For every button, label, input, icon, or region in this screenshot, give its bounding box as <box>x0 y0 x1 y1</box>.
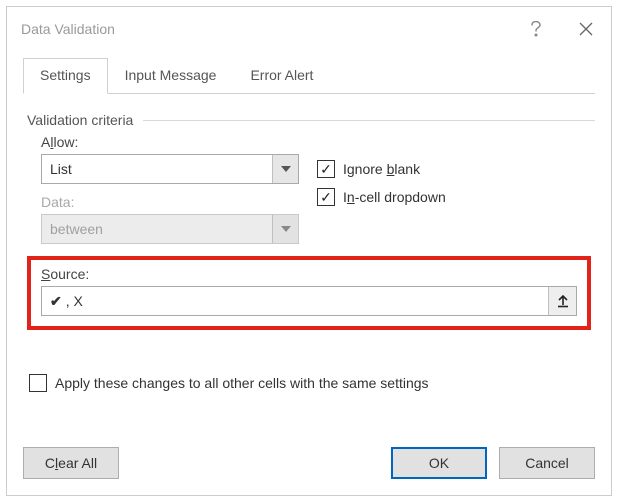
in-cell-dropdown-checkbox[interactable]: In-cell dropdown <box>317 188 446 206</box>
validation-criteria-heading: Validation criteria <box>27 112 595 128</box>
ignore-blank-label: Ignore blank <box>343 161 420 177</box>
apply-to-others-checkbox[interactable]: Apply these changes to all other cells w… <box>29 374 589 392</box>
tab-input-message[interactable]: Input Message <box>108 58 234 94</box>
ok-button[interactable]: OK <box>391 447 487 479</box>
tab-settings[interactable]: Settings <box>23 58 108 94</box>
cancel-button[interactable]: Cancel <box>499 447 595 479</box>
apply-to-others-label: Apply these changes to all other cells w… <box>55 375 429 391</box>
tab-settings-label: Settings <box>40 67 91 83</box>
data-combobox: between <box>41 214 299 244</box>
tab-error-alert-label: Error Alert <box>250 67 313 83</box>
close-button[interactable] <box>561 7 611 51</box>
help-button[interactable] <box>511 7 561 51</box>
titlebar: Data Validation <box>7 7 611 51</box>
allow-value: List <box>42 155 272 183</box>
source-label: Source: <box>41 266 577 282</box>
data-value: between <box>42 215 272 243</box>
ignore-blank-checkbox[interactable]: Ignore blank <box>317 160 446 178</box>
data-validation-dialog: Data Validation Settings Input Message E… <box>6 6 612 496</box>
checkmark-icon: ✔ <box>50 293 62 310</box>
allow-combobox[interactable]: List <box>41 154 299 184</box>
range-selector-button[interactable] <box>548 287 576 315</box>
dialog-footer: Clear All OK Cancel <box>7 447 611 495</box>
tab-input-message-label: Input Message <box>125 67 217 83</box>
clear-all-button[interactable]: Clear All <box>23 447 119 479</box>
ignore-blank-box[interactable] <box>317 160 335 178</box>
source-input[interactable]: ✔, X <box>41 286 577 316</box>
source-highlight-region: Source: ✔, X <box>27 256 591 330</box>
dialog-title: Data Validation <box>21 21 115 37</box>
apply-to-others-box[interactable] <box>29 374 47 392</box>
source-value[interactable]: ✔, X <box>42 287 548 315</box>
allow-dropdown-button[interactable] <box>272 155 298 183</box>
allow-label: Allow: <box>41 134 299 150</box>
in-cell-dropdown-box[interactable] <box>317 188 335 206</box>
tab-strip: Settings Input Message Error Alert <box>23 57 595 94</box>
in-cell-dropdown-label: In-cell dropdown <box>343 189 446 205</box>
data-dropdown-button <box>272 215 298 243</box>
tab-error-alert[interactable]: Error Alert <box>233 58 330 94</box>
data-label: Data: <box>41 194 299 210</box>
